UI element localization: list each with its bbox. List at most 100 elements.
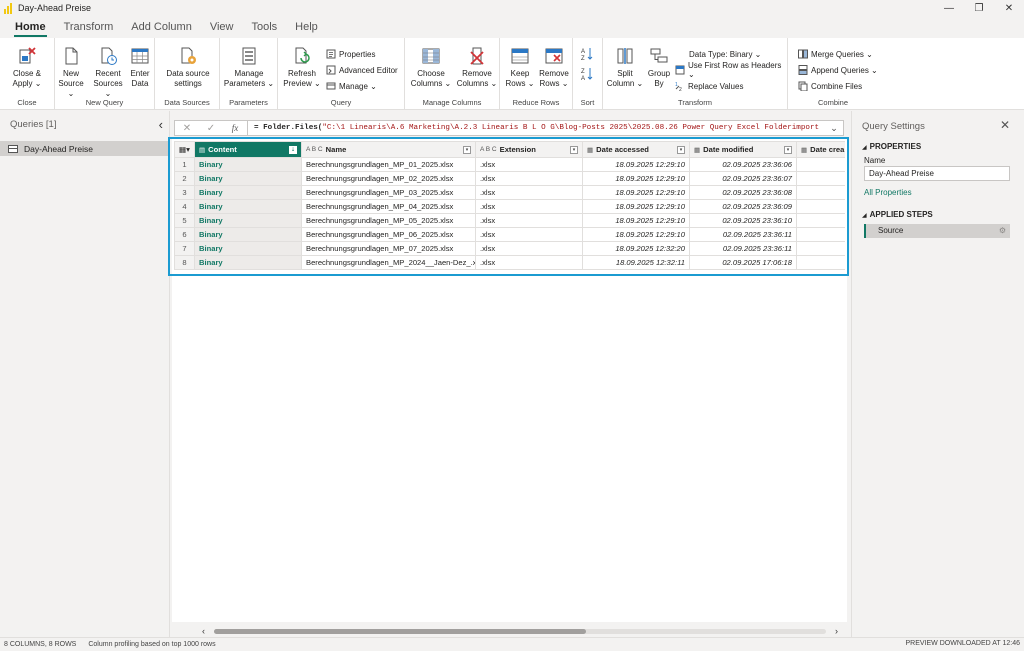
group-parameters: Manage Parameters ⌄ Parameters [220, 38, 278, 110]
name-label: Name [864, 156, 886, 165]
group-reduce-rows: Keep Rows ⌄ Remove Rows ⌄ Reduce Rows [500, 38, 573, 110]
step-source[interactable]: Source ⚙ [864, 224, 1010, 238]
formula-input[interactable]: = Folder.Files("C:\1 Linearis\A.6 Market… [247, 121, 825, 135]
horizontal-scrollbar[interactable]: ‹ › [200, 626, 840, 636]
data-type-dropdown[interactable]: Data Type: Binary ⌄ [689, 48, 761, 60]
manage-icon [326, 81, 336, 91]
collapse-queries-button[interactable]: ‹ [159, 117, 163, 132]
tab-view[interactable]: View [201, 16, 243, 38]
close-apply-button[interactable]: Close & Apply ⌄ [6, 46, 48, 89]
group-label-reduce-rows: Reduce Rows [512, 98, 560, 107]
ribbon-tabs: Home Transform Add Column View Tools Hel… [0, 16, 1024, 38]
sort-descending-button[interactable]: ZA [581, 68, 593, 82]
scroll-left-arrow[interactable]: ‹ [202, 626, 205, 636]
group-transform: Split Column ⌄ Group By Data Type: Binar… [603, 38, 788, 110]
split-column-button[interactable]: Split Column ⌄ [605, 46, 645, 89]
keep-rows-icon [510, 46, 530, 66]
properties-header: ◢ PROPERTIES [862, 142, 922, 151]
gear-icon[interactable]: ⚙ [999, 224, 1006, 238]
expand-formula-button[interactable]: ⌄ [825, 123, 843, 134]
properties-button[interactable]: Properties [326, 48, 375, 60]
append-queries-button[interactable]: Append Queries ⌄ [798, 64, 878, 76]
query-settings-title: Query Settings [862, 121, 925, 132]
properties-icon [326, 49, 336, 59]
new-source-button[interactable]: New Source ⌄ [55, 46, 87, 99]
combine-files-button[interactable]: Combine Files [798, 80, 862, 92]
collapse-triangle-icon: ◢ [862, 145, 867, 151]
remove-columns-icon [467, 46, 487, 66]
remove-columns-button[interactable]: Remove Columns ⌄ [455, 46, 499, 89]
svg-text:A: A [581, 76, 585, 81]
title-bar: Day-Ahead Preise — ❐ ✕ [0, 0, 1024, 16]
fx-icon[interactable]: fx [223, 123, 247, 133]
combine-files-icon [798, 81, 808, 92]
group-sort: AZ ZA Sort [573, 38, 603, 110]
collapse-triangle-icon: ◢ [862, 213, 867, 219]
sort-ascending-button[interactable]: AZ [581, 48, 593, 62]
applied-steps-header: ◢ APPLIED STEPS [862, 210, 933, 219]
recent-sources-icon [98, 46, 118, 66]
svg-text:Z: Z [581, 69, 585, 75]
enter-data-button[interactable]: Enter Data [127, 46, 153, 89]
tab-tools[interactable]: Tools [242, 16, 286, 38]
remove-rows-button[interactable]: Remove Rows ⌄ [537, 46, 571, 89]
query-name-input[interactable]: Day-Ahead Preise [864, 166, 1010, 181]
grid-highlight-frame [168, 137, 849, 276]
group-label-transform: Transform [678, 98, 712, 107]
query-settings-pane: Query Settings ✕ ◢ PROPERTIES Name Day-Ah… [851, 111, 1024, 637]
enter-data-icon [130, 46, 150, 66]
close-settings-button[interactable]: ✕ [1000, 118, 1010, 132]
group-query: Refresh Preview ⌄ Properties Advanced Ed… [278, 38, 405, 110]
merge-queries-icon [798, 49, 808, 59]
tab-transform[interactable]: Transform [55, 16, 123, 38]
tab-home[interactable]: Home [6, 16, 55, 38]
data-source-settings-button[interactable]: Data source settings [159, 46, 217, 89]
column-row-count: 8 COLUMNS, 8 ROWS [4, 641, 77, 648]
group-manage-columns: Choose Columns ⌄ Remove Columns ⌄ Manage… [405, 38, 500, 110]
merge-queries-button[interactable]: Merge Queries ⌄ [798, 48, 873, 60]
group-by-button[interactable]: Group By [645, 46, 673, 89]
profiling-status[interactable]: Column profiling based on top 1000 rows [88, 641, 215, 648]
choose-columns-icon [421, 46, 441, 66]
keep-rows-button[interactable]: Keep Rows ⌄ [504, 46, 536, 89]
recent-sources-button[interactable]: Recent Sources ⌄ [91, 46, 125, 99]
refresh-icon [292, 46, 312, 66]
group-label-sort: Sort [580, 98, 595, 107]
manage-parameters-icon [239, 46, 259, 66]
all-properties-link[interactable]: All Properties [864, 188, 912, 197]
split-column-icon [615, 46, 635, 66]
ribbon: Close & Apply ⌄ Close New Source ⌄ Recen… [0, 38, 1024, 110]
formula-bar: ✕ ✓ fx = Folder.Files("C:\1 Linearis\A.6… [174, 120, 844, 136]
cancel-formula-button[interactable]: ✕ [175, 123, 199, 134]
queries-header: Queries [1] [10, 118, 57, 130]
table-icon [8, 144, 18, 153]
scroll-right-arrow[interactable]: › [835, 626, 838, 636]
manage-parameters-button[interactable]: Manage Parameters ⌄ [222, 46, 276, 89]
use-first-row-headers-button[interactable]: Use First Row as Headers ⌄ [675, 61, 787, 79]
maximize-button[interactable]: ❐ [964, 0, 994, 16]
queries-pane: Queries [1] ‹ Day-Ahead Preise [0, 111, 170, 637]
close-window-button[interactable]: ✕ [994, 0, 1024, 16]
group-label-close: Close [17, 98, 37, 107]
minimize-button[interactable]: — [934, 0, 964, 16]
remove-rows-icon [544, 46, 564, 66]
group-data-sources: Data source settings Data Sources [155, 38, 220, 110]
advanced-editor-button[interactable]: Advanced Editor [326, 64, 398, 76]
query-item-day-ahead-preise[interactable]: Day-Ahead Preise [0, 141, 169, 156]
group-by-icon [649, 46, 669, 66]
group-label-manage-columns: Manage Columns [422, 98, 482, 107]
advanced-editor-icon [326, 65, 336, 75]
choose-columns-button[interactable]: Choose Columns ⌄ [409, 46, 453, 89]
group-close: Close & Apply ⌄ Close [0, 38, 55, 110]
svg-text:Z: Z [581, 56, 585, 61]
scroll-thumb[interactable] [214, 629, 586, 634]
power-query-icon [4, 2, 12, 14]
tab-add-column[interactable]: Add Column [122, 16, 201, 38]
status-bar: 8 COLUMNS, 8 ROWS Column profiling based… [0, 637, 1024, 651]
commit-formula-button[interactable]: ✓ [199, 123, 223, 134]
manage-button[interactable]: Manage ⌄ [326, 80, 377, 92]
refresh-preview-button[interactable]: Refresh Preview ⌄ [282, 46, 322, 89]
replace-values-button[interactable]: 12 Replace Values [675, 80, 743, 94]
tab-help[interactable]: Help [286, 16, 327, 38]
group-combine: Merge Queries ⌄ Append Queries ⌄ Combine… [788, 38, 878, 110]
